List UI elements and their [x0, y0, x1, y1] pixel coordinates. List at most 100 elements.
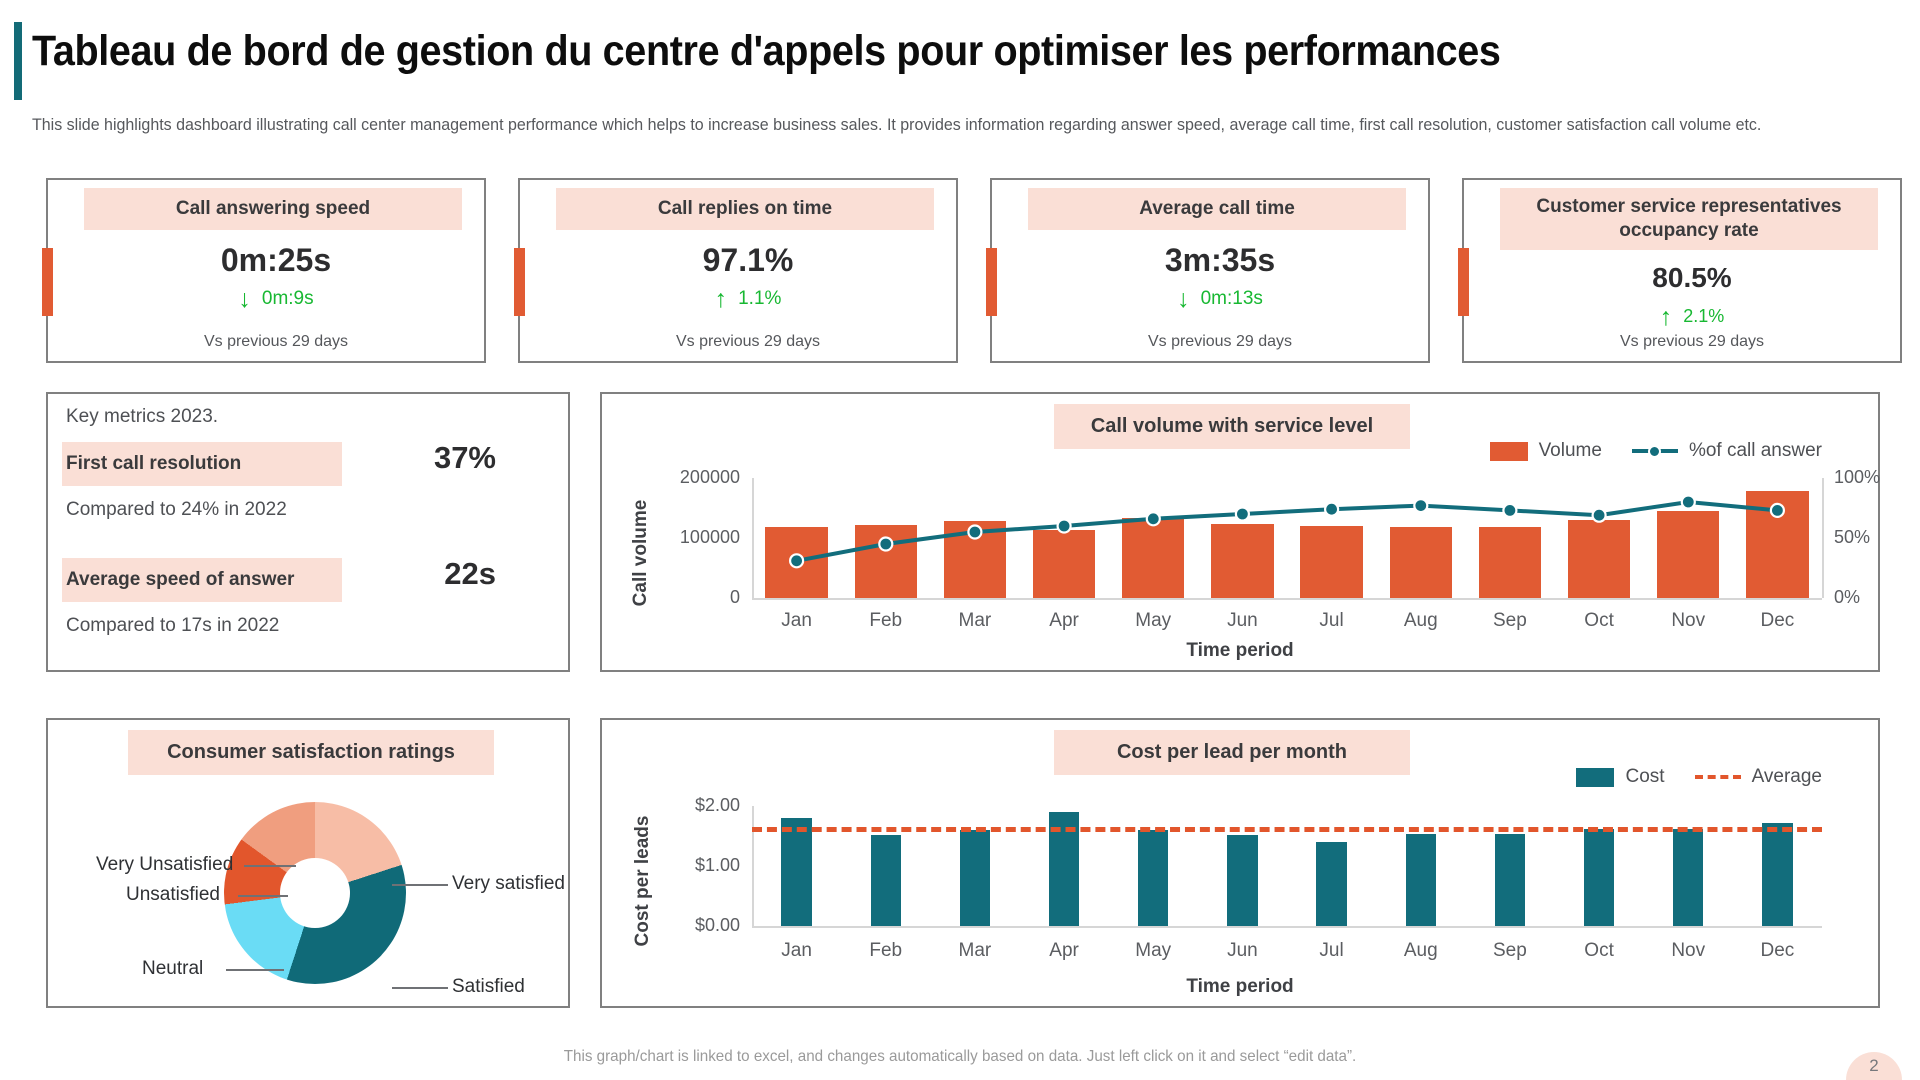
- cost-bar: [1673, 828, 1704, 926]
- page-title: Tableau de bord de gestion du centre d'a…: [32, 27, 1501, 75]
- cost-bar: [1762, 822, 1793, 926]
- average-line: [752, 827, 1822, 832]
- average-line-swatch: [1694, 770, 1741, 784]
- metric-row-value-0: 37%: [433, 440, 496, 475]
- pie-leader-0: [392, 884, 448, 886]
- kpi-delta-value: 1.1%: [738, 288, 782, 309]
- cost-bar: [1138, 830, 1169, 926]
- kpi-comparison-note: Vs previous 29 days: [203, 333, 349, 350]
- x-tick-label: Jun: [1227, 610, 1258, 631]
- pie-label-0: Very satisfied: [452, 873, 565, 894]
- call-volume-y-axis-title: Call volume: [630, 499, 651, 607]
- cost-per-lead-chart-title: Cost per lead per month: [1054, 730, 1410, 775]
- call-volume-chart-title: Call volume with service level: [1054, 404, 1410, 449]
- x-tick-label: Apr: [1049, 940, 1079, 961]
- arrow-down-icon: ↓: [1177, 285, 1190, 313]
- x-tick-label: Oct: [1584, 940, 1614, 961]
- pie-label-2: Neutral: [142, 958, 204, 979]
- kpi-card-0: Call answering speed 0m:25s ↓ 0m:9s Vs previ…: [42, 178, 486, 363]
- cost-bar: [870, 834, 901, 926]
- pie-leader-3: [238, 895, 288, 897]
- call-answer-line: [788, 494, 1786, 569]
- x-tick-label: Oct: [1584, 610, 1614, 631]
- kpi-comparison-note: Vs previous 29 days: [1147, 333, 1293, 350]
- kpi-accent-bar: [42, 248, 53, 316]
- cost-bar: [1583, 828, 1615, 926]
- call-volume-legend: Volume %of call answer: [1489, 440, 1822, 462]
- y2-tick-2: 100%: [1834, 467, 1881, 487]
- x-tick-label: Jan: [781, 610, 812, 631]
- legend-item-call-answer: %of call answer: [1631, 440, 1822, 462]
- kpi-accent-bar: [986, 248, 997, 316]
- x-tick-label: Feb: [869, 940, 903, 961]
- kpi-delta: ↑ 2.1%: [1494, 304, 1890, 329]
- kpi-delta-value: 2.1%: [1683, 306, 1725, 326]
- y-tick-0: $0.00: [694, 915, 740, 935]
- footer-note: This graph/chart is linked to excel, and…: [563, 1048, 1357, 1065]
- kpi-label: Call answering speed: [84, 188, 462, 230]
- legend-item-cost: Cost: [1576, 766, 1665, 788]
- cost-bar: [781, 818, 812, 926]
- y-axis-line: [752, 806, 754, 926]
- page-subtitle: This slide highlights dashboard illustra…: [32, 116, 1762, 134]
- call-volume-chart-panel: Call volume with service level Volume %o…: [600, 392, 1880, 672]
- slide: Tableau de bord de gestion du centre d'a…: [0, 0, 1920, 1080]
- cost-y-axis-title: Cost per leads: [632, 815, 653, 947]
- x-tick-label: May: [1135, 940, 1172, 961]
- cost-bar: [959, 830, 991, 926]
- satisfaction-chart-panel: Consumer satisfaction ratings Very satis…: [46, 718, 570, 1008]
- x-tick-label: Dec: [1760, 940, 1795, 961]
- pie-label-1: Satisfied: [452, 976, 525, 997]
- kpi-delta: ↑ 1.1%: [550, 285, 946, 313]
- legend-item-volume: Volume: [1489, 440, 1602, 462]
- y2-tick-1: 50%: [1834, 527, 1871, 547]
- y-tick-1: 100000: [679, 527, 740, 547]
- metric-row-compare-0: Compared to 24% in 2022: [66, 499, 287, 520]
- kpi-delta: ↓ 0m:9s: [78, 285, 474, 313]
- arrow-up-icon: ↑: [714, 285, 728, 313]
- pie-leader-4: [244, 865, 296, 867]
- satisfaction-donut: [224, 802, 406, 984]
- x-tick-label: Mar: [958, 610, 992, 631]
- y-tick-2: 200000: [679, 467, 740, 487]
- x-tick-label: May: [1135, 610, 1172, 631]
- pie-leader-1: [392, 987, 448, 989]
- kpi-comparison-note: Vs previous 29 days: [675, 333, 821, 350]
- title-accent-bar: [14, 22, 22, 100]
- pie-leader-2: [226, 969, 284, 971]
- x-tick-label: Dec: [1760, 610, 1795, 631]
- pie-label-3: Unsatisfied: [126, 884, 220, 905]
- kpi-delta-value: 0m:13s: [1200, 288, 1263, 309]
- x-tick-label: Aug: [1403, 610, 1438, 631]
- legend-label-call-answer: %of call answer: [1688, 440, 1822, 461]
- x-tick-label: Aug: [1403, 940, 1438, 961]
- cost-color-swatch: [1576, 767, 1615, 787]
- kpi-value: 0m:25s: [220, 242, 332, 278]
- kpi-value: 97.1%: [702, 242, 794, 278]
- pie-label-4: Very Unsatisfied: [96, 854, 234, 875]
- call-volume-x-axis-title: Time period: [1186, 640, 1294, 661]
- y-tick-1: $1.00: [694, 855, 740, 875]
- metric-row-label-1: Average speed of answer: [62, 558, 342, 602]
- metric-row-value-1: 22s: [444, 556, 496, 591]
- call-answer-line-swatch: [1631, 444, 1678, 458]
- volume-color-swatch: [1489, 441, 1528, 461]
- kpi-value: 80.5%: [1652, 262, 1732, 293]
- x-axis-line: [752, 926, 1822, 928]
- arrow-down-icon: ↓: [238, 285, 251, 313]
- legend-label-volume: Volume: [1538, 440, 1602, 461]
- legend-item-average: Average: [1694, 766, 1822, 788]
- donut-hole: [280, 858, 350, 928]
- x-tick-label: Jun: [1227, 940, 1258, 961]
- x-tick-label: Feb: [869, 610, 903, 631]
- kpi-comparison-note: Vs previous 29 days: [1619, 333, 1765, 350]
- cost-bar: [1227, 834, 1258, 926]
- kpi-accent-bar: [1458, 248, 1469, 316]
- key-metrics-caption: Key metrics 2023.: [66, 406, 219, 427]
- kpi-card-2: Average call time 3m:35s ↓ 0m:13s Vs previou…: [986, 178, 1430, 363]
- legend-label-cost: Cost: [1625, 766, 1665, 787]
- cost-x-axis-title: Time period: [1186, 976, 1294, 997]
- y2-axis-line: [1822, 478, 1824, 598]
- kpi-card-1: Call replies on time 97.1% ↑ 1.1% Vs previou…: [514, 178, 958, 363]
- x-tick-label: Jul: [1319, 610, 1344, 631]
